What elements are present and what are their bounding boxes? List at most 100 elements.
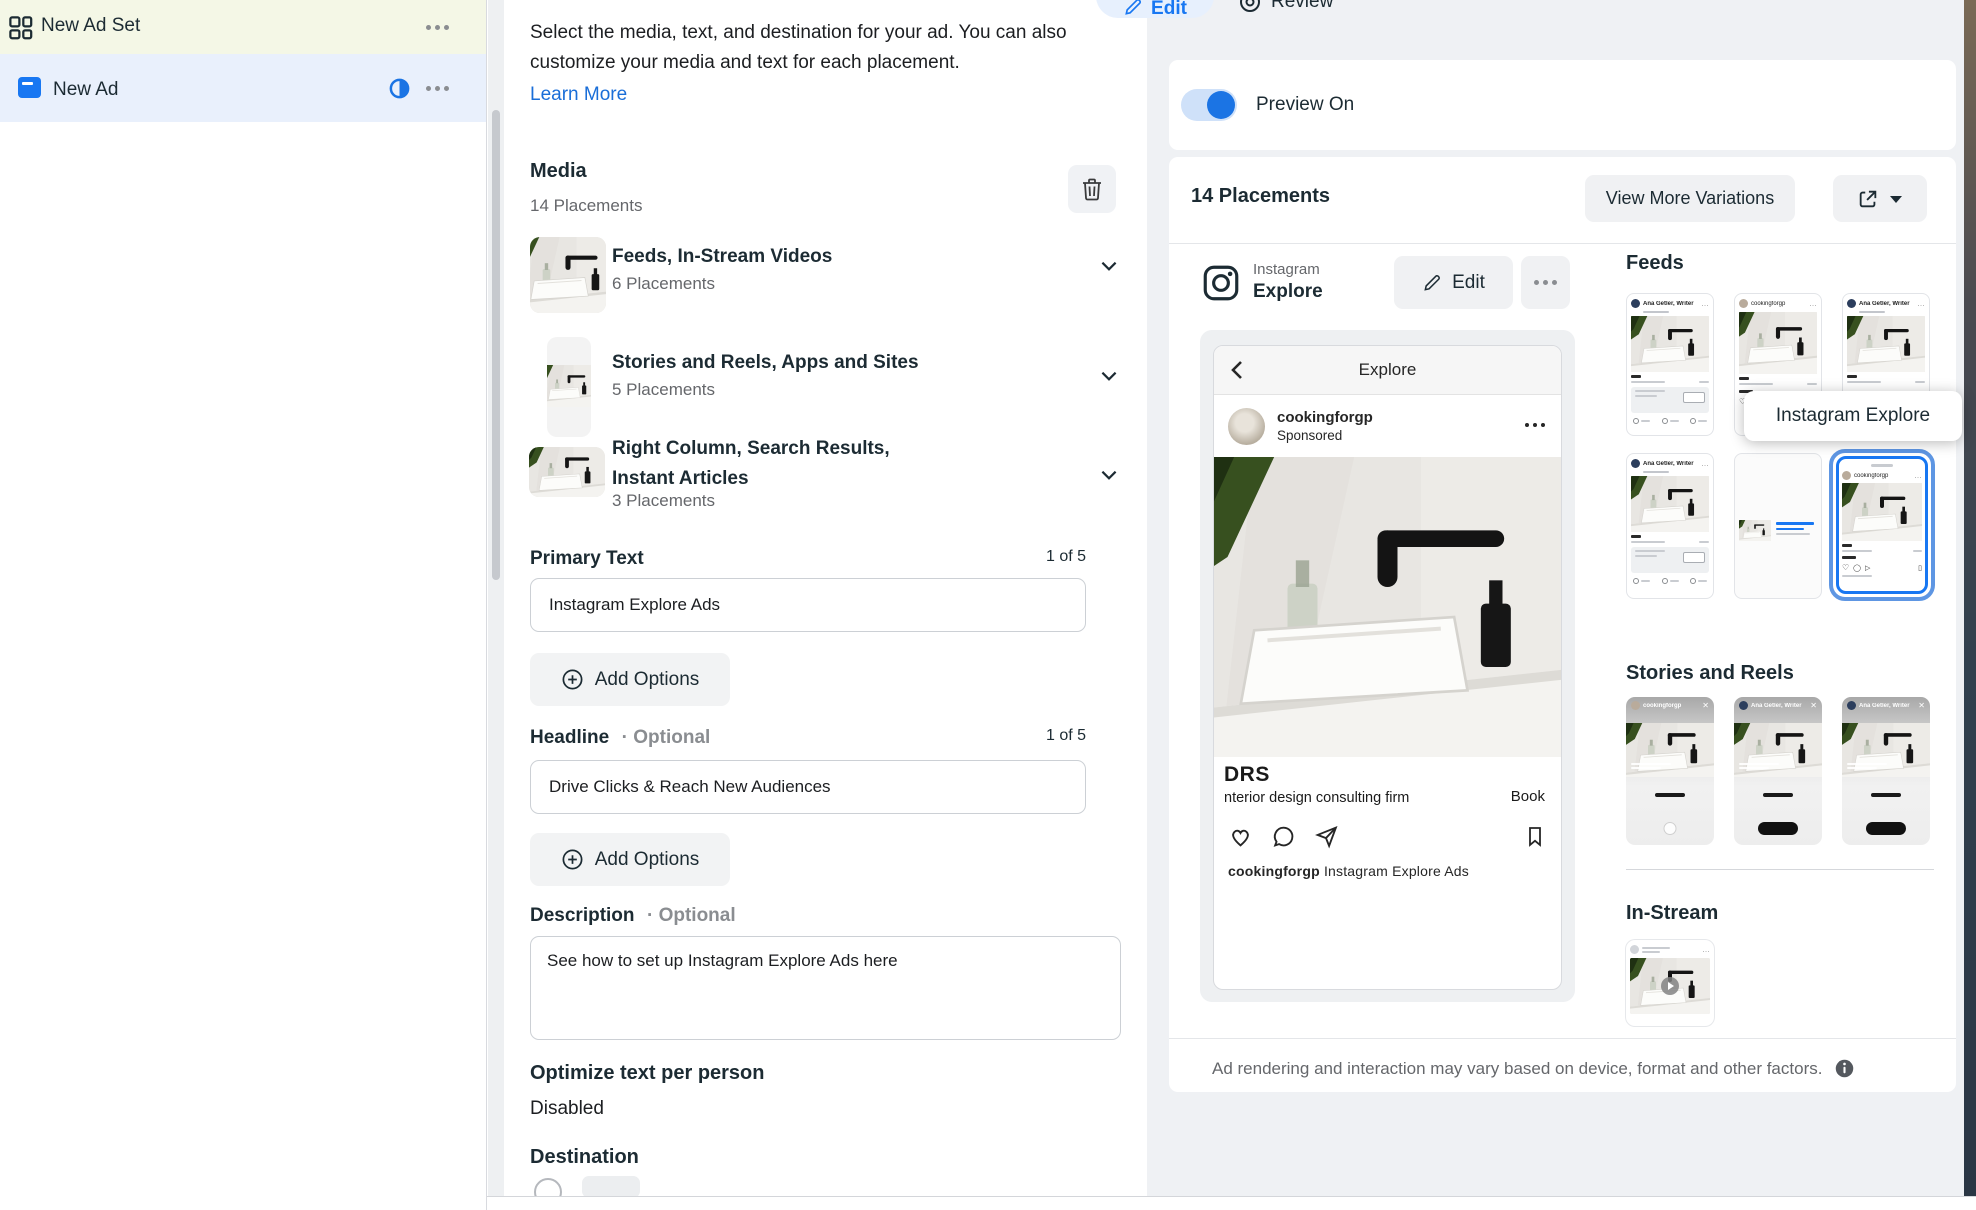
trash-icon	[1083, 178, 1101, 201]
placement-more-button[interactable]	[1521, 256, 1570, 309]
headline-counter: 1 of 5	[1045, 727, 1086, 744]
ad-image	[1842, 483, 1922, 541]
chevron-down-icon[interactable]	[1098, 255, 1120, 277]
ad-overlay-text: DRS nterior design consulting firm Book	[1214, 757, 1561, 813]
avatar	[1630, 945, 1639, 954]
cta-pill	[1866, 822, 1906, 835]
more-options-icon: …	[1917, 298, 1925, 308]
phone-sponsored-label: Sponsored	[1277, 428, 1343, 443]
description-optional-label: · Optional	[646, 905, 736, 926]
swipe-up-icon	[1663, 822, 1677, 835]
preview-toggle[interactable]	[1181, 89, 1237, 121]
placement-group-title: Stories and Reels, Apps and Sites	[612, 352, 919, 373]
phone-nav-bar: Explore	[1214, 346, 1561, 395]
caption-username: cookingforgp	[1228, 863, 1320, 879]
plus-circle-icon	[562, 669, 583, 690]
share-icon[interactable]	[1314, 824, 1339, 849]
phone-nav-title: Explore	[1358, 360, 1417, 379]
ad-video-frame	[1630, 958, 1710, 1014]
story-variation-thumbnail[interactable]: Ana Getler, Writer ✕	[1734, 697, 1822, 845]
feed-variation-thumbnail[interactable]: Ana Getler, Writer…	[1626, 453, 1714, 599]
pencil-icon	[1125, 0, 1142, 15]
footer-bar	[487, 1196, 1976, 1210]
more-options-icon[interactable]	[426, 86, 449, 91]
instagram-explore-preview: Explore cookingforgp Sponsored DRS nteri…	[1213, 345, 1562, 990]
ad-image	[1214, 457, 1561, 757]
ad-image	[1847, 316, 1925, 372]
more-options-icon: …	[1914, 470, 1922, 480]
bookmark-icon[interactable]	[1523, 824, 1547, 849]
more-options-icon	[1534, 280, 1557, 285]
edit-placement-button[interactable]: Edit	[1394, 256, 1513, 309]
primary-text-counter: 1 of 5	[1045, 548, 1086, 565]
more-options-icon[interactable]	[1525, 423, 1545, 427]
stories-section-title: Stories and Reels	[1626, 662, 1794, 684]
feeds-section-title: Feeds	[1626, 252, 1684, 274]
ad-setup-panel: Select the media, text, and destination …	[504, 0, 1147, 1206]
optimize-text-label: Optimize text per person	[530, 1062, 765, 1084]
instagram-logo-icon	[1200, 262, 1242, 304]
delete-media-button[interactable]	[1068, 165, 1116, 213]
avatar	[1847, 701, 1856, 710]
destination-label: Destination	[530, 1146, 639, 1168]
ad-icon	[18, 77, 41, 98]
learn-more-link[interactable]: Learn More	[530, 84, 627, 106]
description-input[interactable]: See how to set up Instagram Explore Ads …	[530, 936, 1121, 1040]
placement-format-label: Explore	[1253, 281, 1323, 302]
review-tab-label: Review	[1271, 0, 1334, 12]
window-edge-strip	[1964, 0, 1976, 1210]
placements-title: 14 Placements	[1191, 185, 1330, 207]
more-options-icon[interactable]	[426, 25, 449, 30]
media-section-title: Media	[530, 160, 587, 182]
card-divider	[1169, 243, 1956, 244]
preview-disclaimer: Ad rendering and interaction may vary ba…	[1212, 1058, 1912, 1079]
avatar	[1631, 299, 1640, 308]
instream-variation-thumbnail[interactable]: …	[1626, 940, 1714, 1026]
ad-overlay-subtitle: nterior design consulting firm	[1224, 790, 1410, 806]
view-more-variations-button[interactable]: View More Variations	[1585, 175, 1795, 222]
sidebar-item-ad-set[interactable]: New Ad Set	[0, 0, 486, 54]
caret-down-icon	[1890, 195, 1902, 203]
info-icon[interactable]	[1834, 1058, 1855, 1079]
search-variation-thumbnail[interactable]	[1734, 453, 1822, 599]
edit-tab-button[interactable]: Edit	[1096, 0, 1214, 18]
selected-explore-thumbnail[interactable]: cookingforgp… ♡ ◯ ▷ ▯	[1829, 449, 1935, 601]
placement-group-title: Right Column, Search Results, Instant Ar…	[612, 438, 890, 489]
comment-icon[interactable]	[1271, 824, 1296, 849]
add-headline-options-button[interactable]: Add Options	[530, 833, 730, 886]
sidebar-item-ad[interactable]: New Ad	[0, 54, 486, 122]
destination-option-chip	[582, 1176, 640, 1198]
feed-variation-thumbnail[interactable]: Ana Getler, Writer…	[1626, 293, 1714, 436]
view-more-variations-label: View More Variations	[1605, 188, 1775, 208]
placement-group-count: 6 Placements	[612, 274, 715, 293]
instream-section-title: In-Stream	[1626, 902, 1719, 924]
back-chevron-icon[interactable]	[1228, 358, 1248, 382]
chevron-down-icon[interactable]	[1098, 464, 1120, 486]
cta-pill	[1758, 822, 1798, 835]
section-divider	[1626, 869, 1934, 870]
ad-image	[1631, 316, 1709, 372]
close-icon: ✕	[1810, 700, 1817, 710]
add-primary-text-options-button[interactable]: Add Options	[530, 653, 730, 706]
feeds-group-thumbnail	[530, 237, 606, 313]
media-placements-count: 14 Placements	[530, 196, 643, 215]
ad-cta-label[interactable]: Book	[1511, 788, 1545, 805]
ad-image	[1631, 476, 1709, 532]
headline-input[interactable]	[530, 760, 1086, 814]
close-icon: ✕	[1702, 700, 1709, 710]
review-tab-button[interactable]: Review	[1238, 0, 1333, 15]
story-variation-thumbnail[interactable]: Ana Getler, Writer ✕	[1842, 697, 1930, 845]
primary-text-input[interactable]	[530, 578, 1086, 632]
placement-network-label: Instagram	[1253, 261, 1320, 278]
phone-username: cookingforgp	[1277, 409, 1373, 426]
campaign-sidebar: New Ad Set New Ad	[0, 0, 487, 1210]
share-preview-button[interactable]	[1833, 175, 1927, 222]
phone-caption: cookingforgp Instagram Explore Ads	[1214, 859, 1561, 883]
preview-toggle-card: Preview On	[1169, 60, 1956, 150]
story-variation-thumbnail[interactable]: cookingforgp ✕	[1626, 697, 1714, 845]
description-label-row: Description · Optional	[530, 905, 736, 927]
chevron-down-icon[interactable]	[1098, 365, 1120, 387]
scrollbar[interactable]	[492, 110, 500, 580]
ad-image	[1739, 312, 1817, 374]
like-icon[interactable]	[1228, 824, 1253, 849]
